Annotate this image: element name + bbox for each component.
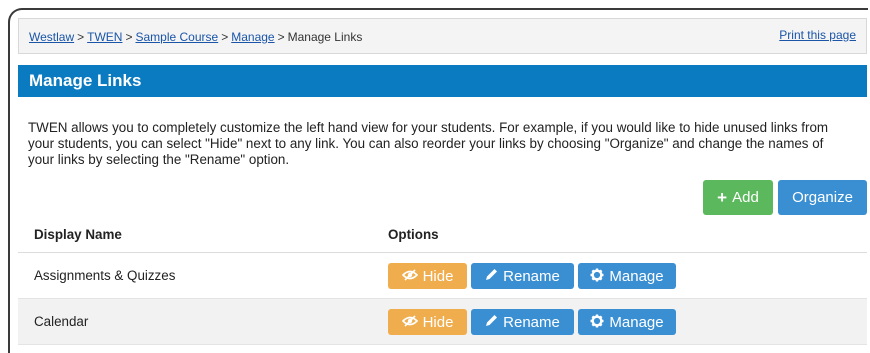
gear-icon (590, 314, 604, 331)
breadcrumb-separator: > (125, 30, 133, 44)
hide-button-label: Hide (422, 313, 454, 331)
breadcrumb-link-manage[interactable]: Manage (231, 30, 274, 44)
breadcrumb-separator: > (277, 30, 285, 44)
section-header: Manage Links (18, 65, 867, 97)
rename-button-label: Rename (503, 313, 560, 331)
manage-button-label: Manage (609, 313, 664, 331)
page-title: Manage Links (29, 71, 142, 90)
manage-button-label: Manage (609, 267, 664, 285)
eye-slash-icon (401, 314, 418, 330)
intro-text: TWEN allows you to completely customize … (28, 120, 829, 167)
gear-icon (590, 268, 604, 285)
table-row: Assignments & Quizzes Hide Rename Manage (18, 253, 867, 299)
column-header-display-name: Display Name (34, 227, 122, 242)
breadcrumb-link-twen[interactable]: TWEN (87, 30, 122, 44)
table-row: Calendar Hide Rename Manage (18, 299, 867, 345)
link-display-name: Calendar (34, 314, 89, 329)
hide-button[interactable]: Hide (388, 263, 467, 289)
hide-button-label: Hide (422, 267, 454, 285)
plus-icon: + (717, 188, 728, 207)
breadcrumb-link-sample-course[interactable]: Sample Course (135, 30, 218, 44)
breadcrumb-link-westlaw[interactable]: Westlaw (29, 30, 74, 44)
rename-button[interactable]: Rename (471, 263, 574, 289)
pencil-icon (485, 268, 498, 284)
rename-button[interactable]: Rename (471, 309, 574, 335)
table-header: Display Name Options (18, 216, 867, 253)
rename-button-label: Rename (503, 267, 560, 285)
breadcrumb: Westlaw > TWEN > Sample Course > Manage > Manage… (29, 30, 362, 44)
breadcrumb-current: Manage Links (287, 30, 363, 44)
add-button[interactable]: + Add (703, 180, 773, 215)
breadcrumb-bar: Westlaw > TWEN > Sample Course > Manage > Manage… (18, 18, 867, 54)
column-header-options: Options (388, 227, 439, 242)
row-options: Hide Rename Manage (388, 263, 698, 289)
eye-slash-icon (401, 268, 418, 284)
manage-button[interactable]: Manage (578, 309, 676, 335)
manage-button[interactable]: Manage (578, 263, 676, 289)
hide-button[interactable]: Hide (388, 309, 467, 335)
organize-button[interactable]: Organize (778, 180, 867, 215)
breadcrumb-separator: > (77, 30, 85, 44)
links-table: Display Name Options Assignments & Quizz… (18, 216, 867, 345)
link-display-name: Assignments & Quizzes (34, 268, 176, 283)
add-button-label: Add (732, 189, 759, 206)
breadcrumb-separator: > (221, 30, 229, 44)
row-options: Hide Rename Manage (388, 309, 698, 335)
pencil-icon (485, 314, 498, 330)
print-page-link[interactable]: Print this page (779, 28, 856, 42)
